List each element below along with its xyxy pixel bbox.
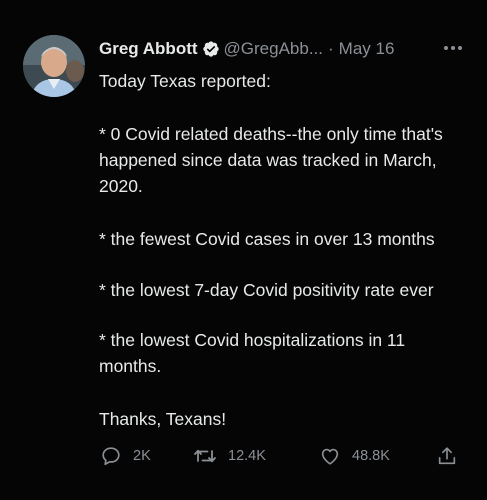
like-count: 48.8K xyxy=(352,448,390,464)
tweet-paragraph: * the fewest Covid cases in over 13 mont… xyxy=(99,229,435,249)
header-separator: · xyxy=(328,39,334,58)
retweet-button[interactable]: 12.4K xyxy=(193,444,266,468)
verified-badge-icon xyxy=(202,40,220,58)
reply-icon xyxy=(100,445,122,467)
author-name[interactable]: Greg Abbott xyxy=(99,39,198,59)
tweet-date[interactable]: May 16 xyxy=(339,39,395,59)
tweet-text: Today Texas reported: * 0 Covid related … xyxy=(99,68,469,432)
tweet-paragraph: * the lowest Covid hospitalizations in 1… xyxy=(99,330,406,376)
tweet-paragraph: Today Texas reported: xyxy=(99,71,271,91)
tweet-paragraph: Thanks, Texans! xyxy=(99,409,227,429)
more-options-icon[interactable] xyxy=(441,38,465,58)
author-handle[interactable]: @GregAbb... xyxy=(224,39,323,59)
share-button[interactable] xyxy=(436,444,458,468)
author-avatar[interactable] xyxy=(23,35,85,97)
like-button[interactable]: 48.8K xyxy=(319,444,390,468)
reply-count: 2K xyxy=(133,448,151,464)
share-icon xyxy=(436,445,458,467)
tweet-actions: 2K 12.4K 48.8K xyxy=(100,444,470,468)
retweet-count: 12.4K xyxy=(228,448,266,464)
tweet-paragraph: * 0 Covid related deaths--the only time … xyxy=(99,124,443,196)
tweet-header: Greg Abbott @GregAbb... · May 16 xyxy=(99,37,394,61)
avatar-photo xyxy=(23,35,85,97)
heart-icon xyxy=(319,445,341,467)
reply-button[interactable]: 2K xyxy=(100,444,151,468)
retweet-icon xyxy=(193,445,217,467)
tweet-paragraph: * the lowest 7-day Covid positivity rate… xyxy=(99,280,434,300)
tweet-card[interactable]: Greg Abbott @GregAbb... · May 16 Today T… xyxy=(0,0,487,500)
